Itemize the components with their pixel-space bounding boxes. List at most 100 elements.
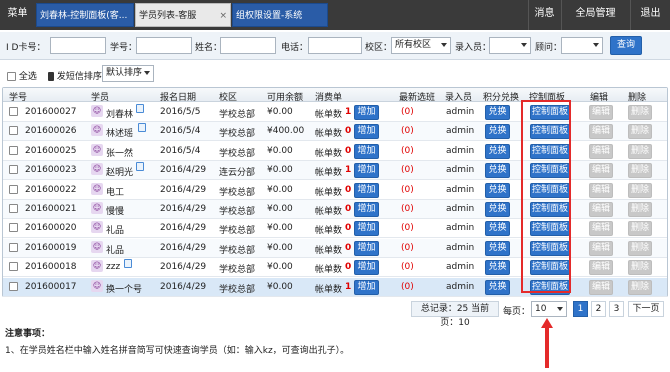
row-checkbox[interactable] xyxy=(9,242,18,252)
row-checkbox[interactable] xyxy=(9,126,18,136)
add-button[interactable]: 增加 xyxy=(354,143,379,159)
exchange-button[interactable]: 兑换 xyxy=(485,279,510,295)
student-name[interactable]: 刘春林 xyxy=(106,107,133,120)
sort-select[interactable]: 默认排序 xyxy=(102,65,154,82)
row-checkbox[interactable] xyxy=(9,262,18,272)
tab-control-panel[interactable]: 刘春林-控制面板(客... xyxy=(36,3,134,27)
exchange-button[interactable]: 兑换 xyxy=(485,260,510,276)
balance: ¥0.00 xyxy=(267,204,293,214)
page-2-button[interactable]: 2 xyxy=(591,301,606,317)
latest-class[interactable]: (0) xyxy=(401,185,414,195)
student-name[interactable]: 慢慢 xyxy=(106,204,124,217)
latest-class[interactable]: (0) xyxy=(401,146,414,156)
latest-class[interactable]: (0) xyxy=(401,223,414,233)
add-button[interactable]: 增加 xyxy=(354,202,379,217)
add-button[interactable]: 增加 xyxy=(354,260,379,276)
page-3-button[interactable]: 3 xyxy=(609,301,624,317)
name-input[interactable] xyxy=(220,37,276,54)
latest-class[interactable]: (0) xyxy=(401,126,414,136)
row-checkbox[interactable] xyxy=(9,204,18,213)
bill-label: 帐单数 xyxy=(315,148,343,159)
add-button[interactable]: 增加 xyxy=(354,240,379,256)
row-checkbox[interactable] xyxy=(9,107,18,116)
messages-button[interactable]: 消息 xyxy=(528,0,560,30)
chevron-down-icon xyxy=(521,43,527,47)
id-card-input[interactable] xyxy=(50,37,106,54)
latest-class[interactable]: (0) xyxy=(401,243,414,253)
row-checkbox[interactable] xyxy=(9,145,18,155)
bill-label: 帐单数 xyxy=(315,265,343,276)
balance: ¥400.00 xyxy=(267,126,305,137)
student-no: 201600017 xyxy=(25,281,77,292)
consultant-select[interactable] xyxy=(561,37,603,54)
id-card-icon[interactable] xyxy=(136,104,144,113)
row-checkbox[interactable] xyxy=(9,184,18,194)
next-page-button[interactable]: 下一页 xyxy=(628,301,664,317)
student-name[interactable]: 礼品 xyxy=(106,223,124,236)
campus: 连云分部 xyxy=(219,168,256,179)
phone-input[interactable] xyxy=(308,37,362,54)
close-icon[interactable]: × xyxy=(219,4,227,26)
per-page-select[interactable]: 10 xyxy=(531,301,567,317)
student-name[interactable]: 电工 xyxy=(106,185,124,198)
add-button[interactable]: 增加 xyxy=(354,163,379,179)
exchange-button[interactable]: 兑换 xyxy=(485,221,510,237)
add-button[interactable]: 增加 xyxy=(354,105,379,120)
latest-class[interactable]: (0) xyxy=(401,165,414,175)
latest-class[interactable]: (0) xyxy=(401,282,414,292)
id-card-icon[interactable] xyxy=(138,123,146,133)
student-name[interactable]: 礼品 xyxy=(106,243,124,256)
bill-label: 帐单数 xyxy=(315,245,343,256)
menu-button[interactable]: 菜单 xyxy=(0,0,35,30)
student-name[interactable]: 赵明光 xyxy=(106,165,133,178)
id-card-icon[interactable] xyxy=(136,162,144,172)
select-all-checkbox[interactable] xyxy=(7,72,16,81)
student-name[interactable]: 林述瑶 xyxy=(106,126,133,139)
student-name[interactable]: zzz xyxy=(106,262,120,272)
student-name[interactable]: 换一个号 xyxy=(106,282,142,295)
add-button[interactable]: 增加 xyxy=(354,182,379,198)
enroll-date: 2016/4/29 xyxy=(160,204,207,214)
exchange-button[interactable]: 兑换 xyxy=(485,163,510,179)
bill-count: 0 xyxy=(345,223,352,234)
tab-group-permissions[interactable]: 组权限设置-系统 xyxy=(232,3,328,27)
student-name[interactable]: 张一然 xyxy=(106,146,133,159)
latest-class[interactable]: (0) xyxy=(401,262,414,272)
exchange-button[interactable]: 兑换 xyxy=(485,182,510,198)
student-no-input[interactable] xyxy=(136,37,192,54)
entry-person: admin xyxy=(446,223,475,234)
exit-button[interactable]: 退出 xyxy=(630,0,670,30)
id-card-icon[interactable] xyxy=(124,259,132,269)
student-no: 201600019 xyxy=(25,242,77,253)
campus-select[interactable]: 所有校区 xyxy=(391,37,451,54)
add-button[interactable]: 增加 xyxy=(354,221,379,237)
page-1-button[interactable]: 1 xyxy=(573,301,588,317)
notes: 注意事项： 1、在学员姓名栏中输入姓名拼音简写可快速查询学员（如：输入kz，可查… xyxy=(5,326,349,356)
entry-person-select[interactable] xyxy=(489,37,531,54)
exchange-button[interactable]: 兑换 xyxy=(485,143,510,159)
select-all[interactable]: 全选 xyxy=(7,69,37,82)
campus: 学校总部 xyxy=(219,110,256,120)
latest-class[interactable]: (0) xyxy=(401,107,414,117)
exchange-button[interactable]: 兑换 xyxy=(485,202,510,217)
row-checkbox[interactable] xyxy=(9,281,18,291)
add-button[interactable]: 增加 xyxy=(354,279,379,295)
add-button[interactable]: 增加 xyxy=(354,124,379,140)
notes-title: 注意事项： xyxy=(5,329,51,339)
exchange-button[interactable]: 兑换 xyxy=(485,105,510,120)
edit-button: 编辑 xyxy=(589,221,613,237)
tab-student-list[interactable]: 学员列表-客服 × xyxy=(135,3,231,27)
col-edit: 编辑 xyxy=(590,93,609,103)
latest-class[interactable]: (0) xyxy=(401,204,414,214)
row-checkbox[interactable] xyxy=(9,165,18,175)
exchange-button[interactable]: 兑换 xyxy=(485,124,510,140)
global-manage-button[interactable]: 全局管理 xyxy=(561,0,629,30)
row-checkbox[interactable] xyxy=(9,223,18,233)
student-no: 201600023 xyxy=(25,165,77,176)
chevron-down-icon xyxy=(593,43,599,47)
bill-label: 帐单数 xyxy=(315,110,343,120)
exchange-button[interactable]: 兑换 xyxy=(485,240,510,256)
query-button[interactable]: 查询 xyxy=(610,36,642,55)
balance: ¥0.00 xyxy=(267,145,293,156)
balance: ¥0.00 xyxy=(267,223,293,234)
